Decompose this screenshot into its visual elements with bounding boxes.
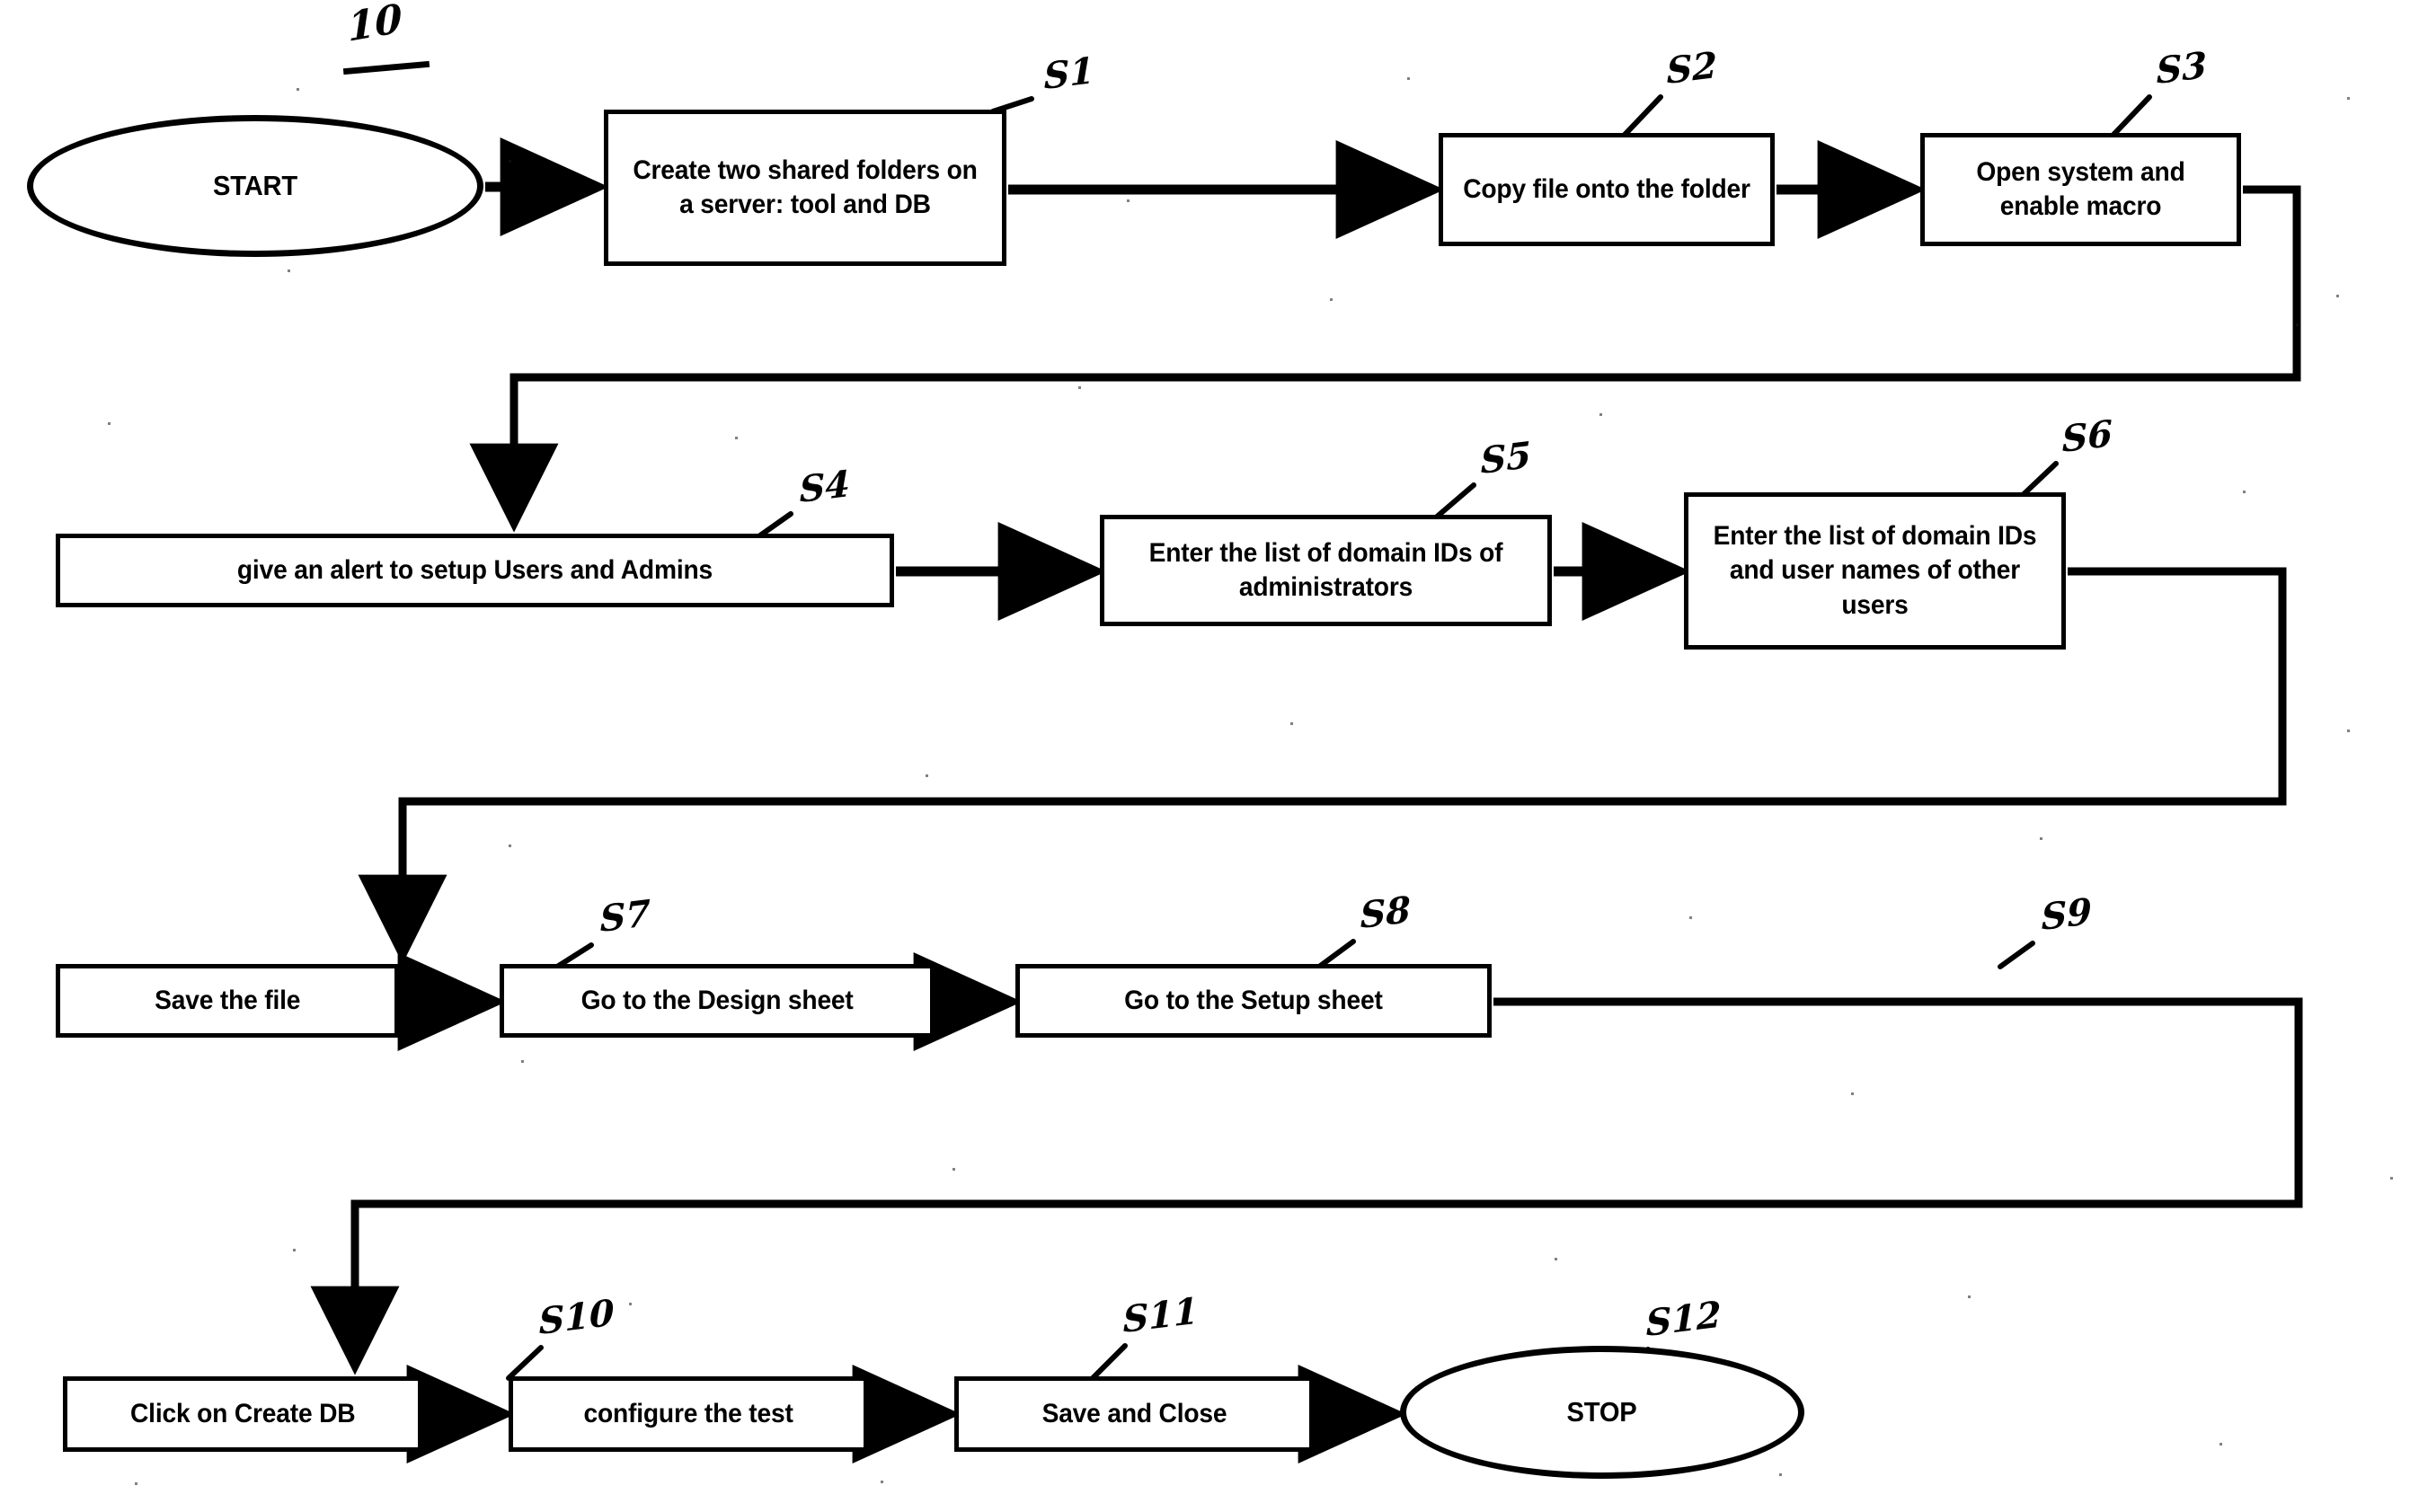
leader-s2 [1622,94,1663,137]
node-s7[interactable]: Save the file [56,964,399,1038]
node-s8-label: Go to the Design sheet [580,985,854,1015]
figure-reference-numeral: 10 [347,0,403,51]
node-s6-label: Enter the list of domain IDs and user na… [1713,520,2037,620]
node-s4-label: give an alert to setup Users and Admins [236,554,713,585]
node-s11-label: configure the test [583,1398,793,1428]
node-s10[interactable]: Click on Create DB [63,1376,422,1452]
step-label-s12: S12 [1645,1293,1722,1345]
node-s12[interactable]: Save and Close [954,1376,1314,1452]
leader-s9 [1998,941,2035,969]
leader-s10 [506,1345,544,1381]
step-label-s4: S4 [799,462,851,511]
figure-reference-underline [342,60,430,75]
flowchart-canvas: 10 START Create two shared folders on a … [0,0,2410,1512]
step-label-s8: S8 [1360,888,1412,937]
node-stop-label: STOP [1566,1396,1638,1428]
step-label-s1: S1 [1043,49,1095,98]
node-s8[interactable]: Go to the Design sheet [500,964,935,1038]
node-s11[interactable]: configure the test [509,1376,868,1452]
step-label-s11: S11 [1122,1289,1199,1341]
node-s3-label: Open system and enable macro [1976,156,2185,221]
step-label-s9: S9 [2041,889,2093,939]
leader-s5 [1433,482,1476,520]
node-stop[interactable]: STOP [1400,1346,1804,1479]
node-s9[interactable]: Go to the Setup sheet [1015,964,1492,1038]
node-s12-label: Save and Close [1041,1398,1227,1428]
node-s10-label: Click on Create DB [129,1398,356,1428]
step-label-s10: S10 [538,1291,615,1343]
leader-s3 [2111,94,2152,137]
leader-s4 [758,511,793,538]
node-s4[interactable]: give an alert to setup Users and Admins [56,534,894,607]
node-start-label: START [212,170,298,202]
step-label-s7: S7 [599,891,651,941]
node-s2-label: Copy file onto the folder [1463,173,1750,204]
step-label-s6: S6 [2061,411,2113,461]
node-s5[interactable]: Enter the list of domain IDs of administ… [1100,515,1552,626]
node-s2[interactable]: Copy file onto the folder [1439,133,1775,246]
connector-s9-s10 [310,997,2303,1375]
leader-s11 [1090,1343,1128,1381]
node-s9-label: Go to the Setup sheet [1124,985,1383,1015]
node-s6[interactable]: Enter the list of domain IDs and user na… [1684,492,2066,650]
node-s3[interactable]: Open system and enable macro [1920,133,2241,246]
node-s7-label: Save the file [154,985,301,1015]
node-s5-label: Enter the list of domain IDs of administ… [1148,537,1503,602]
step-label-s5: S5 [1480,433,1532,482]
node-s1[interactable]: Create two shared folders on a server: t… [604,110,1006,266]
node-s1-label: Create two shared folders on a server: t… [633,155,978,219]
node-start[interactable]: START [27,115,483,257]
step-label-s2: S2 [1666,43,1718,93]
step-leader-lines [506,94,2152,1383]
leader-s6 [2019,461,2059,499]
step-label-s3: S3 [2156,43,2208,93]
leader-s8 [1316,939,1356,969]
